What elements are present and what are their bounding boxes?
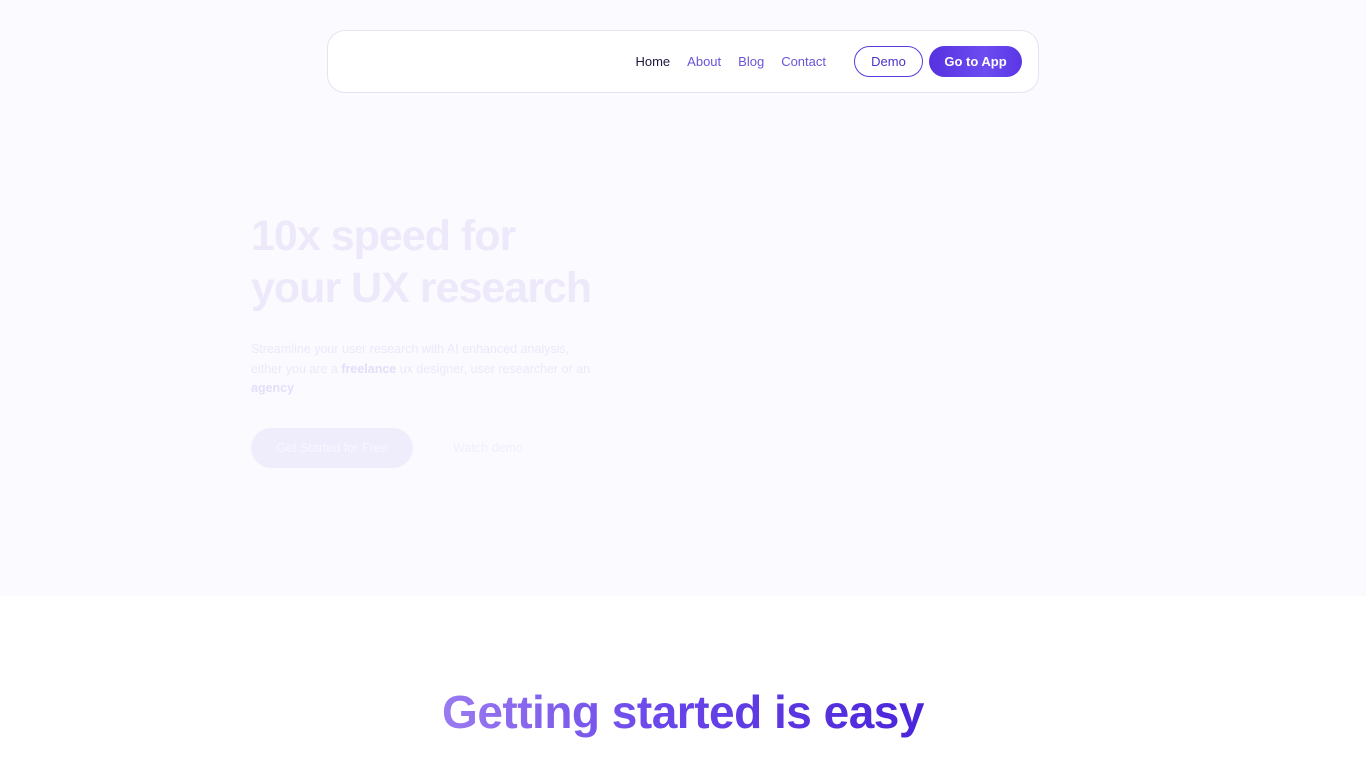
section-title-text: Getting started is easy	[442, 686, 924, 738]
nav-link-contact[interactable]: Contact	[781, 54, 826, 69]
hero-section: Home About Blog Contact Demo Go to App 1…	[0, 0, 1366, 596]
hero-title-line2: your UX research	[251, 264, 592, 312]
hero-description: Streamline your user research with AI en…	[251, 340, 596, 399]
hero-title: 10x speed for your UX research	[251, 210, 671, 314]
demo-button[interactable]: Demo	[854, 46, 923, 77]
nav-links: Home About Blog Contact	[635, 54, 826, 69]
watch-demo-button[interactable]: Watch demo	[440, 428, 536, 468]
section-title: Getting started is easy	[0, 684, 1366, 740]
get-started-button[interactable]: Get Started for Free	[251, 428, 413, 468]
hero-desc-freelance: freelance	[341, 361, 397, 376]
hero-desc-agency: agency	[251, 381, 295, 395]
nav-link-blog[interactable]: Blog	[738, 54, 764, 69]
nav-link-about[interactable]: About	[687, 54, 721, 69]
hero-desc-part2: ux designer, user researcher or an	[396, 361, 591, 376]
go-to-app-button[interactable]: Go to App	[929, 46, 1022, 77]
top-navbar: Home About Blog Contact Demo Go to App	[327, 30, 1039, 93]
hero-title-line1: 10x speed for	[251, 212, 516, 260]
nav-link-home[interactable]: Home	[635, 54, 670, 69]
